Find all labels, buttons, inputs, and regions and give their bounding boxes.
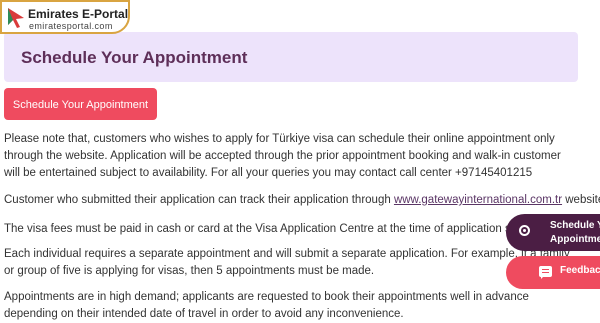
logo-title: Emirates E-Portal bbox=[28, 7, 129, 21]
paragraph-high-demand: Appointments are in high demand; applica… bbox=[4, 291, 529, 320]
cursor-arrow-icon bbox=[8, 8, 24, 28]
track-text-after: website. bbox=[565, 194, 600, 206]
feedback-icon bbox=[539, 266, 552, 279]
page-title: Schedule Your Appointment bbox=[21, 48, 248, 67]
floating-schedule-label: Schedule Your Appointment bbox=[550, 219, 600, 247]
feedback-button[interactable]: Feedback bbox=[506, 256, 600, 289]
feedback-label: Feedback bbox=[560, 265, 600, 276]
schedule-appointment-button[interactable]: Schedule Your Appointment bbox=[4, 88, 157, 120]
page-header: Schedule Your Appointment bbox=[4, 32, 578, 82]
floating-schedule-line1: Schedule Your bbox=[550, 220, 600, 231]
site-logo[interactable]: Emirates E-Portal emiratesportal.com bbox=[0, 0, 130, 34]
track-text-before: Customer who submitted their application… bbox=[4, 194, 394, 206]
paragraph-appointment-info: Please note that, customers who wishes t… bbox=[4, 133, 561, 179]
paragraph-track-application: Customer who submitted their application… bbox=[4, 192, 600, 209]
logo-subtitle: emiratesportal.com bbox=[29, 21, 113, 31]
floating-schedule-line2: Appointment bbox=[550, 234, 600, 245]
target-icon bbox=[519, 225, 530, 236]
paragraph-separate-appointment: Each individual requires a separate appo… bbox=[4, 248, 570, 277]
gateway-link[interactable]: www.gatewayinternational.com.tr bbox=[394, 194, 562, 206]
paragraph-visa-fees: The visa fees must be paid in cash or ca… bbox=[4, 223, 566, 235]
floating-schedule-button[interactable]: Schedule Your Appointment bbox=[506, 214, 600, 251]
